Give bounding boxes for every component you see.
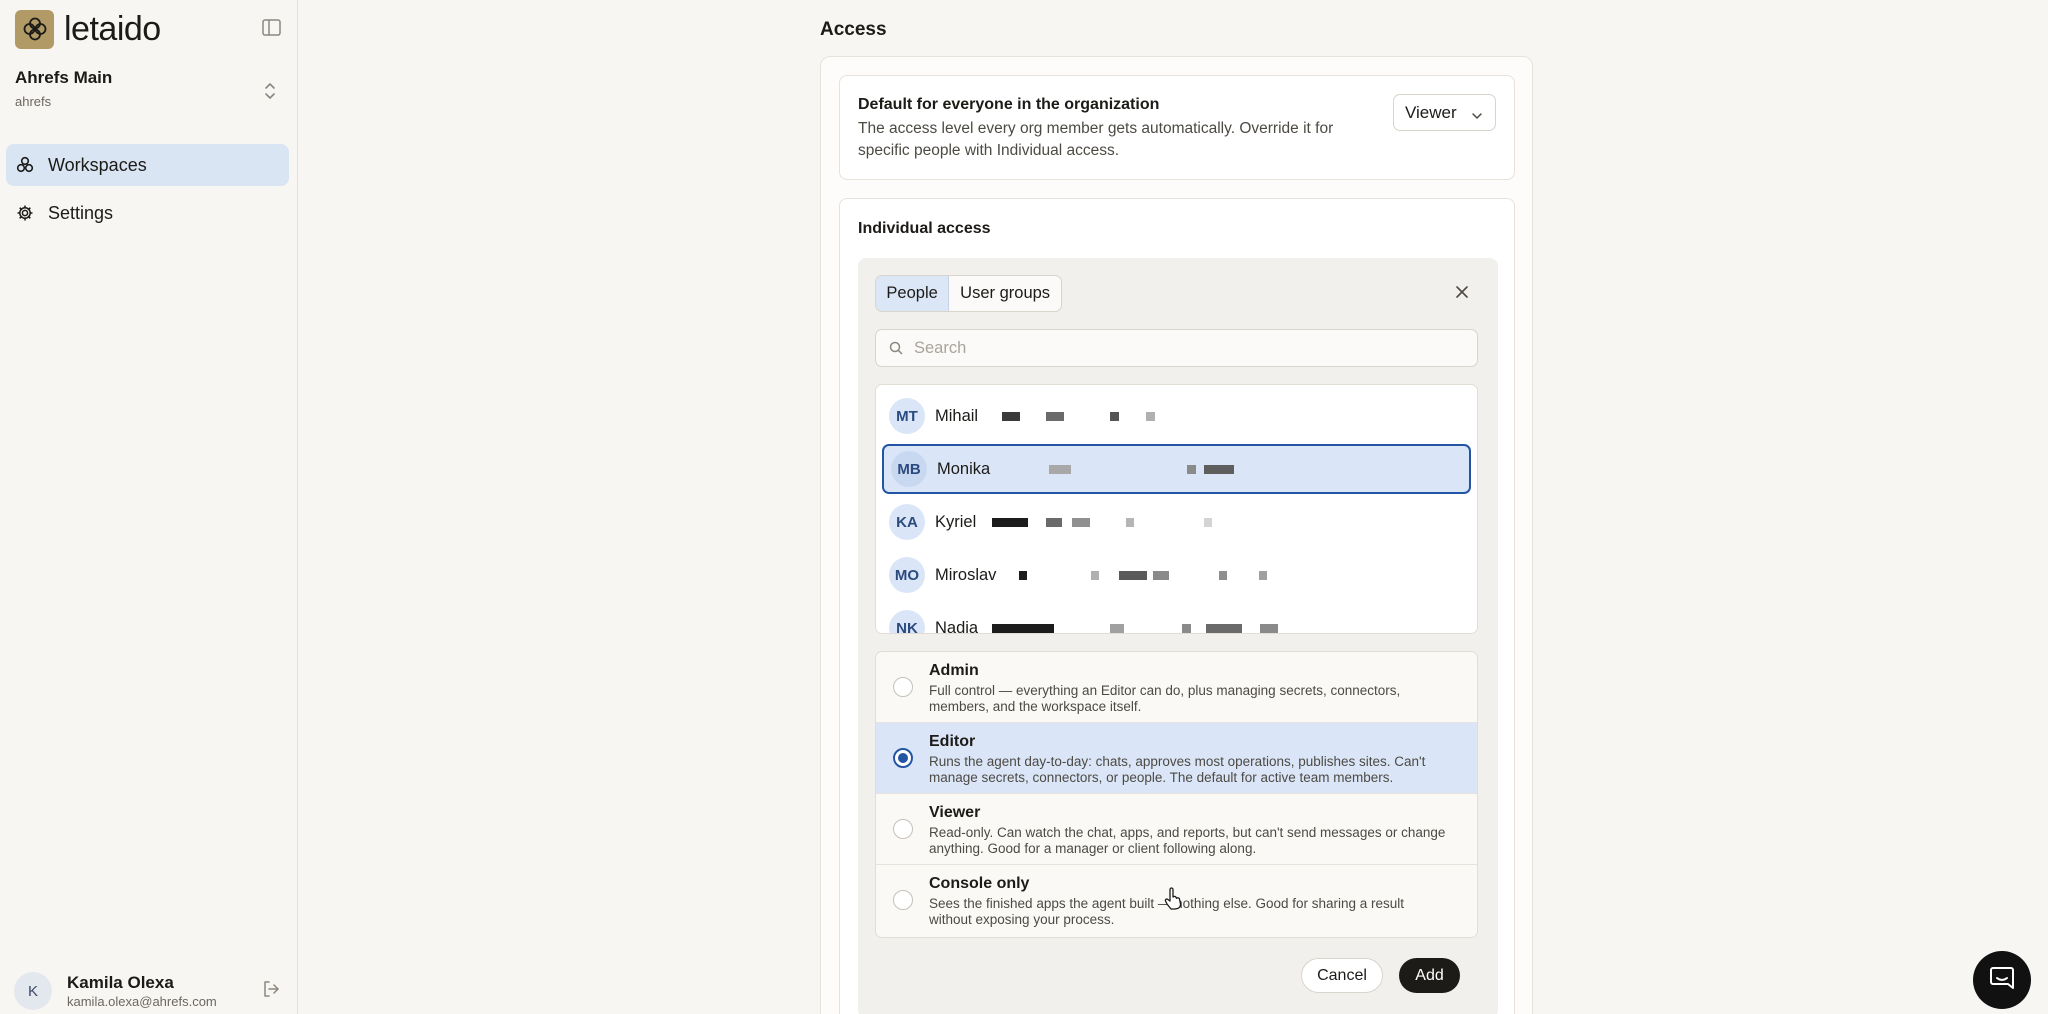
avatar: KA <box>889 504 925 540</box>
page-title: Access <box>820 19 887 40</box>
hand-cursor-icon <box>1163 887 1183 911</box>
person-row[interactable]: MB Monika <box>882 444 1471 494</box>
tab-people[interactable]: People <box>876 276 950 311</box>
org-switcher[interactable]: Ahrefs Main ahrefs <box>15 68 285 116</box>
default-access-select[interactable]: Viewer <box>1393 94 1496 131</box>
chevron-up-down-icon <box>263 80 277 102</box>
avatar: NK <box>889 610 925 633</box>
search-field <box>875 329 1478 367</box>
person-row[interactable]: KA Kyriel <box>882 497 1471 547</box>
search-icon <box>889 341 903 355</box>
role-description: Runs the agent day-to-day: chats, approv… <box>929 754 1426 785</box>
letaido-logo-icon <box>15 9 54 49</box>
default-access-title: Default for everyone in the organization <box>858 96 1160 113</box>
user-name: Kamila Olexa <box>67 973 174 992</box>
chevron-down-icon <box>1471 107 1483 120</box>
tab-user-groups[interactable]: User groups <box>949 276 1061 311</box>
brand-logo[interactable]: letaido <box>15 9 161 49</box>
user-profile[interactable]: K Kamila Olexa kamila.olexa@ahrefs.com <box>14 970 284 1010</box>
cancel-button[interactable]: Cancel <box>1301 958 1383 993</box>
picker-tabs: People User groups <box>875 275 1062 312</box>
default-access-description: The access level every org member gets a… <box>858 120 1334 159</box>
radio-button[interactable] <box>893 677 913 697</box>
user-email: kamila.olexa@ahrefs.com <box>67 994 217 1009</box>
role-name: Editor <box>929 733 976 750</box>
sidebar: letaido Ahrefs Main ahrefs Workspaces Se… <box>0 0 298 1014</box>
person-name: Nadia <box>935 618 979 634</box>
person-row[interactable]: MO Miroslav <box>882 550 1471 600</box>
role-description: Read-only. Can watch the chat, apps, and… <box>929 825 1446 856</box>
brand-name: letaido <box>64 9 161 48</box>
person-name: Monika <box>937 459 991 478</box>
person-row[interactable]: NK Nadia <box>882 603 1471 634</box>
radio-button[interactable] <box>893 890 913 910</box>
default-access-value: Viewer <box>1405 102 1457 122</box>
org-slug: ahrefs <box>15 94 52 109</box>
role-name: Admin <box>929 662 979 679</box>
avatar: MT <box>889 398 925 434</box>
person-name: Kyriel <box>935 512 977 531</box>
sidebar-item-workspaces[interactable]: Workspaces <box>6 144 289 186</box>
workspaces-icon <box>16 156 34 174</box>
person-row[interactable]: MT Mihail <box>882 391 1471 441</box>
sidebar-toggle-icon[interactable] <box>262 19 282 37</box>
role-name: Console only <box>929 875 1030 892</box>
chat-icon <box>1988 964 2016 997</box>
people-list: MT Mihail MB Monika KA Kyriel MO Mirosla… <box>875 384 1478 634</box>
role-description: Sees the finished apps the agent built —… <box>929 896 1405 927</box>
radio-button[interactable] <box>893 819 913 839</box>
gear-icon <box>16 204 34 222</box>
sidebar-item-settings[interactable]: Settings <box>6 192 289 234</box>
individual-access-title: Individual access <box>858 220 991 237</box>
add-button[interactable]: Add <box>1399 958 1460 993</box>
avatar: K <box>14 972 52 1010</box>
avatar: MO <box>889 557 925 593</box>
role-option-admin[interactable]: Admin Full control — everything an Edito… <box>876 652 1477 723</box>
role-description: Full control — everything an Editor can … <box>929 683 1401 714</box>
logout-icon[interactable] <box>262 980 280 998</box>
default-access-card: Default for everyone in the organization… <box>839 75 1515 180</box>
role-name: Viewer <box>929 804 981 821</box>
radio-button[interactable] <box>893 748 913 768</box>
role-option-editor[interactable]: Editor Runs the agent day-to-day: chats,… <box>876 723 1477 794</box>
person-name: Mihail <box>935 406 979 425</box>
role-option-viewer[interactable]: Viewer Read-only. Can watch the chat, ap… <box>876 794 1477 865</box>
sidebar-item-label: Workspaces <box>48 154 147 175</box>
person-name: Miroslav <box>935 565 997 584</box>
close-icon[interactable] <box>1454 284 1470 300</box>
search-input[interactable] <box>914 330 1464 366</box>
org-name: Ahrefs Main <box>15 68 113 87</box>
support-chat-button[interactable] <box>1973 951 2031 1009</box>
sidebar-item-label: Settings <box>48 202 114 223</box>
avatar: MB <box>891 451 927 487</box>
